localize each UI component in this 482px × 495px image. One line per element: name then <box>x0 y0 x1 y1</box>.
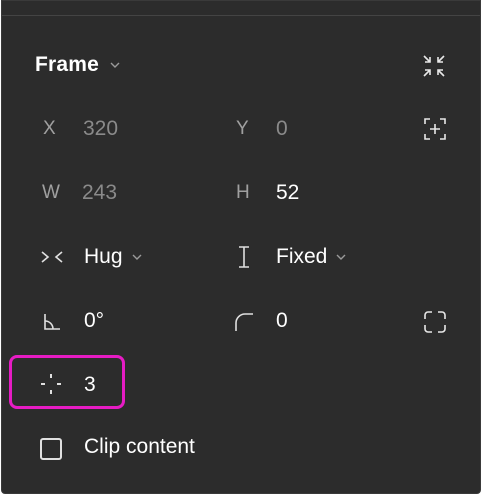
rotation-angle-icon <box>40 310 64 334</box>
collapse-arrows-icon[interactable] <box>419 52 449 80</box>
rotation-field[interactable]: 0° <box>84 306 104 336</box>
corner-radius-icon <box>231 309 257 335</box>
w-value: 243 <box>82 181 118 204</box>
clip-content-label: Clip content <box>84 435 195 458</box>
fixed-vertical-icon <box>234 244 254 270</box>
corner-radius-value: 0 <box>276 309 288 332</box>
height-field[interactable]: H 52 <box>236 178 299 208</box>
design-panel: Frame X 320 Y 0 W 243 H 52 Hug Fixed 0° … <box>1 0 481 494</box>
hug-horizontal-icon <box>39 246 65 268</box>
section-divider <box>2 15 480 16</box>
h-label: H <box>236 182 250 203</box>
chevron-down-icon <box>132 254 142 260</box>
resize-to-fit-icon[interactable] <box>420 115 450 143</box>
clip-content-checkbox[interactable] <box>40 438 62 460</box>
rotation-value: 0° <box>84 309 105 332</box>
vertical-resizing-dropdown[interactable]: Fixed <box>276 242 347 272</box>
independent-corners-icon[interactable] <box>421 308 449 336</box>
vertical-resizing-value: Fixed <box>276 245 328 268</box>
frame-title-label: Frame <box>35 53 100 76</box>
y-value: 0 <box>276 117 288 140</box>
chevron-down-icon <box>110 62 120 68</box>
x-position-field[interactable]: X 320 <box>43 114 118 144</box>
y-label: Y <box>236 118 249 139</box>
x-label: X <box>43 118 56 139</box>
horizontal-resizing-dropdown[interactable]: Hug <box>84 242 143 272</box>
w-label: W <box>42 182 60 203</box>
x-value: 320 <box>83 117 119 140</box>
frame-type-dropdown[interactable]: Frame <box>35 53 121 77</box>
h-value: 52 <box>276 181 300 204</box>
corner-radius-field[interactable]: 0 <box>276 306 288 336</box>
highlight-box <box>9 355 125 409</box>
y-position-field[interactable]: Y 0 <box>236 114 288 144</box>
width-field[interactable]: W 243 <box>42 178 117 208</box>
chevron-down-icon <box>336 254 346 260</box>
horizontal-resizing-value: Hug <box>84 245 123 268</box>
